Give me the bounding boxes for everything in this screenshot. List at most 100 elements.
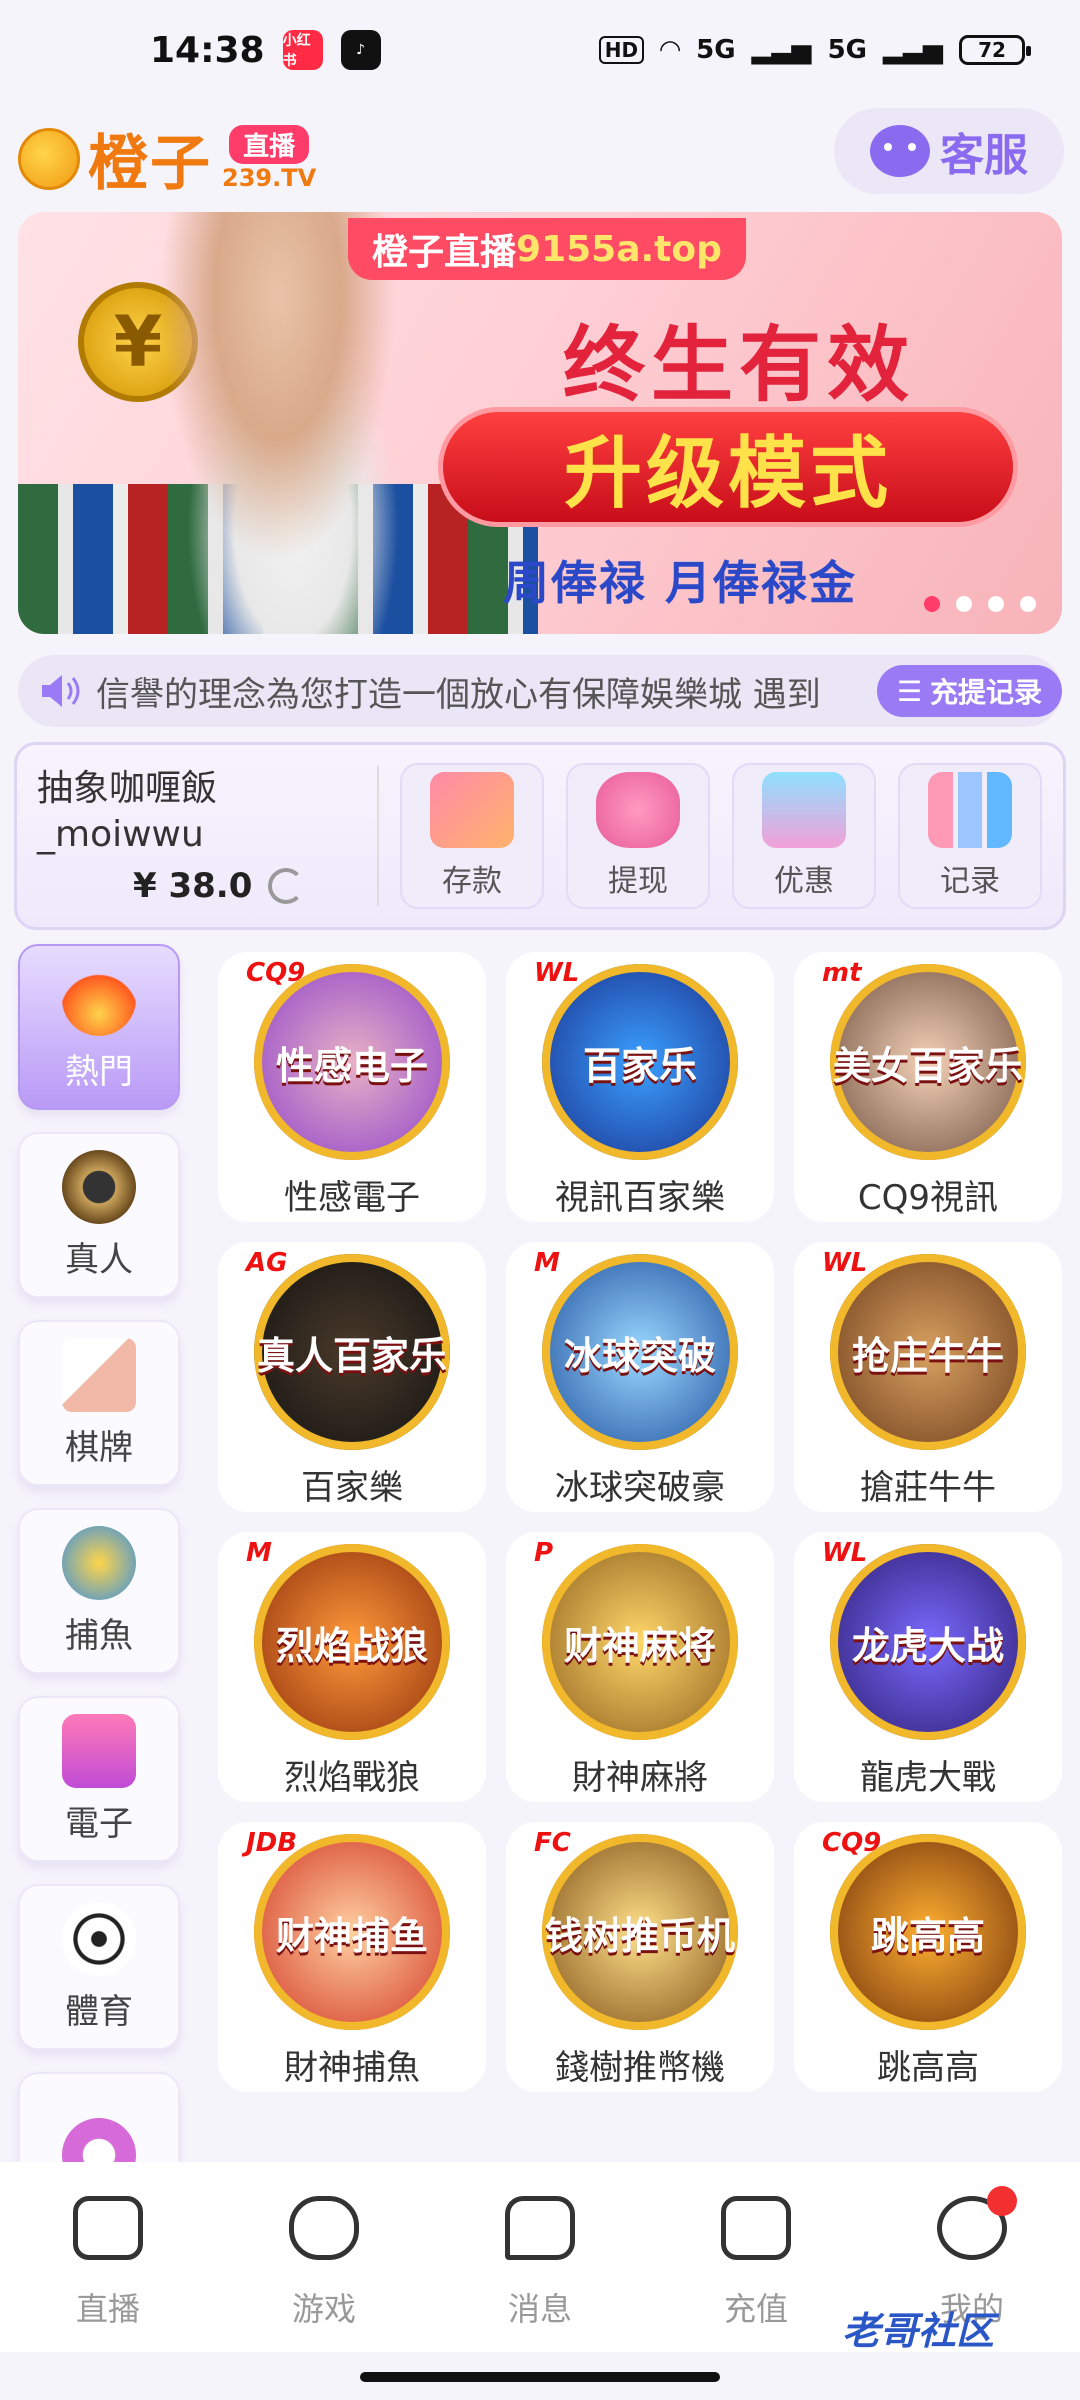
username-line2: _moiwwu <box>37 814 204 855</box>
game-art: M 烈焰战狼 <box>246 1538 450 1740</box>
category-live[interactable]: 真人 <box>18 1132 180 1298</box>
list-icon: ☰ <box>896 674 922 708</box>
refresh-icon[interactable] <box>268 868 305 904</box>
carousel-dot[interactable] <box>924 596 940 612</box>
tab-recharge[interactable]: 充值 <box>686 2196 826 2330</box>
casino-chip-icon <box>62 1149 136 1224</box>
deposit-button[interactable]: 存款 <box>400 763 544 909</box>
game-name: 烈焰戰狼 <box>284 1758 420 1798</box>
game-tile[interactable]: mt 美女百家乐 CQ9視訊 <box>794 952 1062 1222</box>
game-tile[interactable]: P 财神麻将 財神麻將 <box>506 1532 774 1802</box>
withdraw-button[interactable]: 提现 <box>566 763 710 909</box>
card-icon <box>430 772 514 848</box>
status-bar: 14:38 小红书 ♪ HD ◠ 5G ▂▃▅ 5G ▂▃▅ 72 <box>0 0 1080 100</box>
provider-tag: CQ9 <box>246 958 306 988</box>
promotions-label: 优惠 <box>774 864 834 899</box>
withdraw-label: 提现 <box>608 864 668 899</box>
game-art-text: 跳高高 <box>870 1913 985 1958</box>
game-art: CQ9 性感电子 <box>246 958 450 1160</box>
category-hot[interactable]: 熱門 <box>18 944 180 1110</box>
carousel-dot[interactable] <box>988 596 1004 612</box>
game-art-text: 真人百家乐 <box>256 1333 447 1378</box>
game-name: 財神麻將 <box>572 1758 708 1798</box>
provider-tag: CQ9 <box>822 1828 882 1858</box>
records-button[interactable]: 记录 <box>898 763 1042 909</box>
banner-site-pill: 橙子直播 9155a.top <box>348 218 746 280</box>
gift-icon <box>762 772 846 848</box>
headset-icon <box>870 125 930 177</box>
carousel-indicator <box>924 596 1036 612</box>
game-art: FC 钱树推币机 <box>534 1828 738 2030</box>
provider-tag: AG <box>246 1248 288 1278</box>
gamepad-icon <box>289 2196 359 2260</box>
category-label: 電子 <box>65 1803 133 1844</box>
logo[interactable]: 橙子 直播 239.TV <box>18 115 316 202</box>
game-name: 百家樂 <box>301 1468 403 1508</box>
carousel-dot[interactable] <box>1020 596 1036 612</box>
category-slots[interactable]: 電子 <box>18 1696 180 1862</box>
game-tile[interactable]: M 冰球突破 冰球突破豪 <box>506 1242 774 1512</box>
customer-service-button[interactable]: 客服 <box>834 108 1064 194</box>
game-tile[interactable]: WL 抢庄牛牛 搶莊牛牛 <box>794 1242 1062 1512</box>
banner-subline: 周俸禄 月俸禄金 <box>503 556 858 610</box>
game-art-text: 冰球突破 <box>563 1333 716 1378</box>
promo-banner[interactable]: ¥ 橙子直播9155a.top 终生有效 升级模式 周俸禄 月俸禄金 <box>18 212 1062 634</box>
promotions-button[interactable]: 优惠 <box>732 763 876 909</box>
game-art: WL 百家乐 <box>534 958 738 1160</box>
tab-messages[interactable]: 消息 <box>470 2196 610 2330</box>
signal-icon: ▂▃▅ <box>751 35 812 65</box>
game-name: 財神捕魚 <box>284 2048 420 2088</box>
money-bag-icon <box>596 772 680 848</box>
provider-tag: mt <box>822 958 862 988</box>
game-tile[interactable]: M 烈焰战狼 烈焰戰狼 <box>218 1532 486 1802</box>
game-art-text: 烈焰战狼 <box>275 1623 428 1668</box>
game-tile[interactable]: JDB 财神捕鱼 財神捕魚 <box>218 1822 486 2092</box>
tab-label: 直播 <box>75 2290 140 2328</box>
xiaohongshu-icon: 小红书 <box>282 30 323 70</box>
game-art-text: 财神捕鱼 <box>275 1913 428 1958</box>
game-art-text: 性感电子 <box>275 1043 428 1088</box>
category-label: 體育 <box>65 1991 133 2032</box>
logo-text: 橙子 <box>88 129 212 199</box>
category-label: 真人 <box>65 1239 133 1280</box>
tab-live[interactable]: 直播 <box>38 2196 178 2330</box>
notification-dot <box>987 2186 1017 2216</box>
category-fishing[interactable]: 捕魚 <box>18 1508 180 1674</box>
home-indicator[interactable] <box>360 2372 720 2382</box>
game-tile[interactable]: WL 百家乐 視訊百家樂 <box>506 952 774 1222</box>
app-header: 橙子 直播 239.TV 客服 <box>0 100 1080 210</box>
logo-badge: 直播 239.TV <box>222 125 316 192</box>
carousel-dot[interactable] <box>956 596 972 612</box>
game-art: P 财神麻将 <box>534 1538 738 1740</box>
tab-games[interactable]: 游戏 <box>254 2196 394 2330</box>
category-cards[interactable]: 棋牌 <box>18 1320 180 1486</box>
provider-tag: M <box>534 1248 560 1278</box>
game-name: 視訊百家樂 <box>555 1178 725 1218</box>
game-name: 性感電子 <box>284 1178 420 1218</box>
customer-service-label: 客服 <box>940 130 1028 181</box>
deposit-withdraw-records-button[interactable]: ☰ 充提记录 <box>876 665 1062 717</box>
badge-live: 直播 <box>229 125 310 164</box>
category-sports[interactable]: 體育 <box>18 1884 180 2050</box>
game-tile[interactable]: CQ9 跳高高 跳高高 <box>794 1822 1062 2092</box>
game-name: 搶莊牛牛 <box>860 1468 996 1508</box>
orange-logo-icon <box>18 127 80 190</box>
game-art-text: 钱树推币机 <box>544 1913 735 1958</box>
provider-tag: M <box>246 1538 272 1568</box>
game-art: CQ9 跳高高 <box>822 1828 1026 2030</box>
provider-tag: JDB <box>246 1828 298 1858</box>
game-tile[interactable]: CQ9 性感电子 性感電子 <box>218 952 486 1222</box>
wallet-panel: 抽象咖喱飯 _moiwwu ¥ 38.0 存款 提现 优惠 记录 <box>14 742 1066 930</box>
signal-label-1: 5G <box>696 35 736 65</box>
game-tile[interactable]: AG 真人百家乐 百家樂 <box>218 1242 486 1512</box>
tab-label: 充值 <box>723 2290 788 2328</box>
game-art: AG 真人百家乐 <box>246 1248 450 1450</box>
tab-label: 游戏 <box>291 2290 356 2328</box>
clock: 14:38 <box>150 29 265 71</box>
game-tile[interactable]: WL 龙虎大战 龍虎大戰 <box>794 1532 1062 1802</box>
game-art: WL 抢庄牛牛 <box>822 1248 1026 1450</box>
game-art-text: 百家乐 <box>582 1043 697 1088</box>
category-label: 棋牌 <box>65 1427 133 1468</box>
game-tile[interactable]: FC 钱树推币机 錢樹推幣機 <box>506 1822 774 2092</box>
fire-icon <box>62 961 136 1036</box>
